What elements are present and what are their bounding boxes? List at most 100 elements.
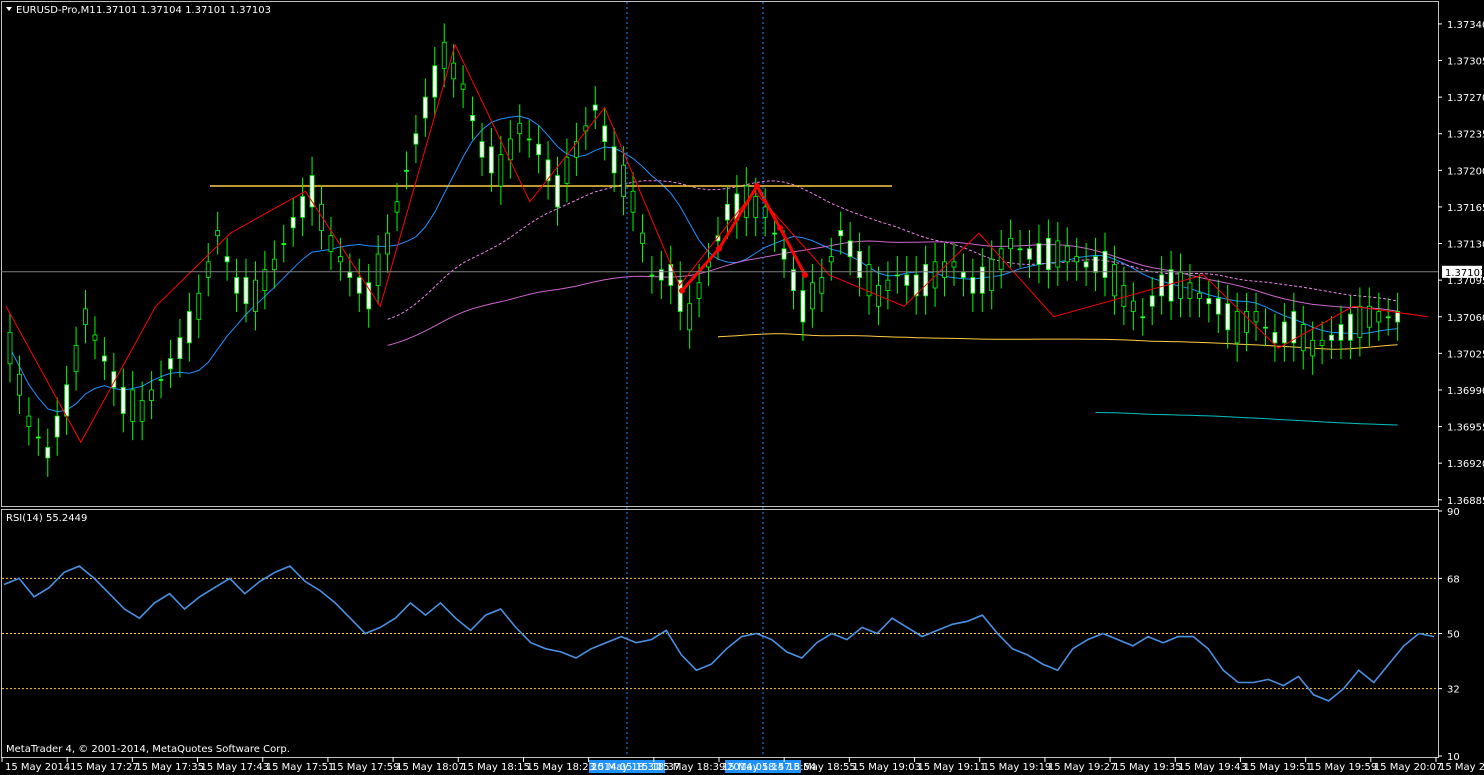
copyright-note: MetaTrader 4, © 2001-2014, MetaQuotes So… (6, 744, 290, 755)
candle-body (26, 415, 32, 427)
price-tick-label: 1.37060 (1447, 313, 1484, 324)
candle-body (1197, 292, 1202, 299)
rsi-tick-label: 32 (1447, 685, 1460, 696)
candle-body (413, 133, 419, 145)
candle-body (725, 203, 730, 221)
candle-body (1338, 324, 1344, 341)
time-tick-label: 15 May 19:11 (918, 762, 987, 773)
candle-body (1215, 298, 1221, 315)
candle-body (120, 386, 126, 414)
candle-body (470, 115, 475, 122)
price-tick-label: 1.36920 (1447, 459, 1484, 470)
candle-body (809, 282, 815, 310)
candle-body (253, 279, 258, 312)
candle-body (451, 62, 457, 80)
time-tick-label: 15 May 19:43 (1178, 762, 1247, 773)
rsi-tick-label: 90 (1447, 507, 1460, 518)
candle-body (186, 311, 192, 344)
candle-body (1281, 321, 1287, 344)
candle-body (1300, 324, 1306, 352)
candle-body (857, 250, 862, 278)
candle-body (791, 269, 796, 292)
candle-body (7, 332, 13, 365)
price-tick-label: 1.37305 (1447, 57, 1484, 68)
candle-body (904, 274, 910, 286)
candle-body (1329, 334, 1334, 341)
price-tick-label: 1.37235 (1447, 130, 1484, 141)
time-tick-label: 15 May 19:59 (1309, 762, 1378, 773)
time-tick-label: 15 May 18:07 (396, 762, 465, 773)
candle-body (1121, 284, 1127, 307)
price-tick-label: 1.37130 (1447, 240, 1484, 251)
time-tick-label: 15 May 17:59 (331, 762, 400, 773)
candle-body (1102, 250, 1108, 278)
candle-body (54, 415, 60, 438)
time-tick-label: 15 May 2014 (5, 762, 70, 773)
candle-body (1008, 237, 1014, 250)
candle-body (649, 274, 655, 277)
candle-body (1130, 300, 1136, 312)
candle-body (1036, 243, 1042, 265)
candle-body (942, 261, 947, 278)
candle-body (1064, 245, 1070, 263)
candle-body (1366, 305, 1372, 328)
candle-body (630, 190, 636, 213)
candle-body (300, 196, 306, 218)
candle-body (979, 266, 985, 294)
candle-body (611, 146, 617, 174)
candle-body (951, 261, 957, 268)
time-tick-label: 15 May 19:35 (1113, 762, 1182, 773)
candle-body (781, 248, 787, 260)
current-price-label: 1.37103 (1445, 268, 1484, 279)
candle-body (1272, 332, 1278, 344)
candle-body (602, 125, 608, 142)
price-tick-label: 1.37165 (1447, 203, 1484, 214)
candle-body (1234, 311, 1240, 344)
price-tick-label: 1.36885 (1447, 496, 1484, 507)
time-tick-label: 15 May 18:23 (526, 762, 595, 773)
candle-body (404, 169, 409, 172)
candle-body (422, 96, 428, 119)
candle-body (800, 290, 806, 323)
candle-body (479, 141, 485, 158)
candle-body (517, 122, 523, 135)
pattern-vertex (802, 271, 808, 278)
candle-body (1017, 248, 1023, 251)
candle-body (640, 232, 645, 244)
candle-body (1385, 316, 1391, 319)
candle-body (130, 389, 136, 422)
chart-window[interactable]: 2014.05.15 18:372014.05.15 18:54 1.37340… (0, 0, 1484, 775)
candle-body (45, 447, 51, 459)
candle-body (828, 256, 834, 263)
price-tick-label: 1.37025 (1447, 349, 1484, 360)
time-tick-label: 15 May 20:15 (1439, 762, 1484, 773)
candle-body (328, 235, 334, 252)
candle-body (885, 279, 891, 292)
candle-body (177, 337, 183, 359)
candle-body (262, 269, 268, 292)
candle-body (1225, 303, 1231, 331)
candle-body (1206, 298, 1212, 305)
candle-body (555, 175, 560, 208)
candle-body (347, 271, 353, 278)
time-tick-label: 15 May 18:31 (592, 762, 661, 773)
candle-body (73, 345, 79, 373)
candle-body (441, 41, 447, 69)
candle-body (394, 201, 400, 213)
candle-body (838, 230, 844, 237)
candle-body (772, 232, 778, 235)
candle-body (385, 232, 390, 255)
candle-body (592, 104, 598, 111)
candle-body (337, 256, 343, 263)
time-tick-label: 15 May 18:15 (461, 762, 530, 773)
pattern-vertex (754, 183, 760, 190)
candle-body (1074, 256, 1080, 263)
symbol-title: EURUSD-Pro,M1 (16, 5, 96, 16)
candle-body (847, 240, 853, 258)
candle-body (1112, 264, 1117, 297)
candle-body (17, 373, 22, 396)
candle-body (271, 258, 277, 271)
candle-body (1045, 237, 1051, 271)
pattern-vertex (679, 287, 685, 294)
candle-body (536, 143, 542, 156)
